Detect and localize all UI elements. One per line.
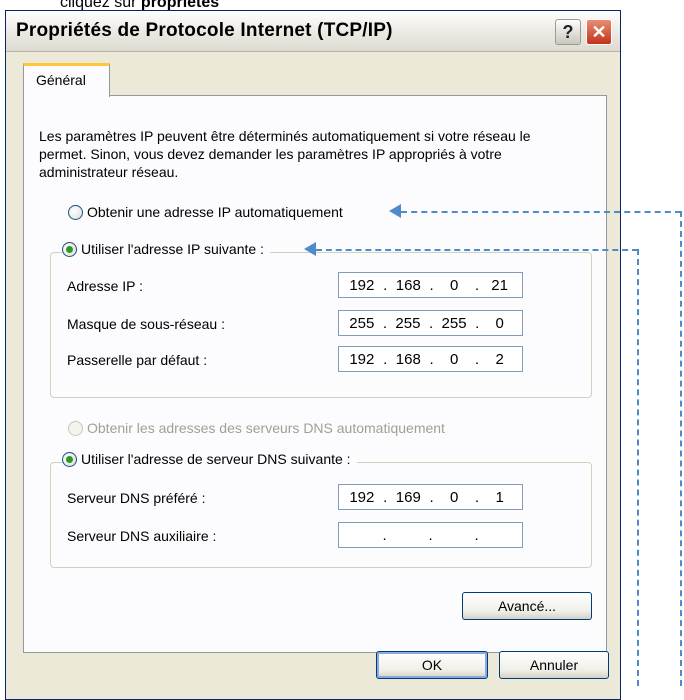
ip-octet: 255 [349, 314, 375, 332]
tab-general[interactable]: Général [23, 63, 110, 97]
advanced-button[interactable]: Avancé... [462, 592, 592, 620]
help-button[interactable]: ? [555, 19, 581, 45]
arrow-vline-ip-auto [680, 211, 682, 686]
ip-octet: 255 [441, 314, 467, 332]
ip-dot: . [475, 314, 480, 332]
ip-octet: 0 [450, 276, 459, 294]
dns-manual-label: Utiliser l'adresse de serveur DNS suivan… [81, 451, 351, 467]
preferred-dns-label: Serveur DNS préféré : [67, 490, 206, 506]
ip-dot: . [474, 350, 480, 368]
arrow-head-ip-auto [389, 204, 401, 218]
gateway-label: Passerelle par défaut : [67, 352, 208, 368]
ip-dot: . [474, 526, 479, 544]
subnet-mask-input[interactable]: 255. 255. 255. 0 [338, 310, 523, 336]
arrow-line-ip-manual [316, 249, 638, 251]
general-panel: Les paramètres IP peuvent être déterminé… [23, 95, 607, 653]
dns-manual-option[interactable]: Utiliser l'adresse de serveur DNS suivan… [62, 451, 357, 467]
ip-auto-label: Obtenir une adresse IP automatiquement [87, 204, 343, 220]
ip-octet: 2 [495, 350, 504, 368]
ip-dot: . [428, 526, 433, 544]
close-button[interactable]: ✕ [586, 19, 612, 45]
alternate-dns-label: Serveur DNS auxiliaire : [67, 528, 217, 544]
ip-auto-option[interactable]: Obtenir une adresse IP automatiquement [68, 204, 349, 220]
ip-octet: 1 [495, 488, 504, 506]
arrow-head-ip-manual [304, 242, 316, 256]
dns-auto-label: Obtenir les adresses des serveurs DNS au… [87, 420, 445, 436]
title-bar[interactable]: Propriétés de Protocole Internet (TCP/IP… [6, 11, 620, 52]
ip-dot: . [474, 488, 480, 506]
ip-octet: 192 [349, 350, 375, 368]
ip-octet: 192 [349, 488, 375, 506]
ip-octet: 0 [450, 488, 459, 506]
dns-auto-radio[interactable] [68, 420, 83, 436]
ip-address-label: Adresse IP : [67, 278, 144, 294]
dns-settings-group [50, 462, 592, 568]
ip-manual-label: Utiliser l'adresse IP suivante : [81, 241, 264, 257]
ip-octet: 192 [349, 276, 375, 294]
ip-octet: 21 [491, 276, 508, 294]
tcpip-properties-dialog: Propriétés de Protocole Internet (TCP/IP… [5, 10, 621, 700]
ip-dot: . [383, 488, 388, 506]
ip-manual-radio[interactable] [62, 241, 77, 257]
ip-dot: . [382, 526, 387, 544]
ok-button[interactable]: OK [376, 651, 488, 679]
arrow-vline-ip-manual [637, 249, 639, 686]
ip-auto-radio[interactable] [68, 204, 83, 220]
ip-octet: 169 [395, 488, 421, 506]
ip-octet: 168 [395, 276, 421, 294]
alternate-dns-input[interactable]: . . . [338, 522, 523, 548]
ip-octet: 255 [395, 314, 421, 332]
dns-auto-option[interactable]: Obtenir les adresses des serveurs DNS au… [68, 420, 451, 436]
ip-octet: 0 [495, 314, 504, 332]
subnet-mask-label: Masque de sous-réseau : [67, 316, 225, 332]
cancel-button[interactable]: Annuler [499, 651, 609, 679]
ip-dot: . [383, 276, 388, 294]
ip-dot: . [429, 350, 434, 368]
ip-octet: 168 [395, 350, 421, 368]
ip-dot: . [474, 276, 480, 294]
description-text: Les paramètres IP peuvent être déterminé… [39, 128, 531, 180]
ip-manual-option[interactable]: Utiliser l'adresse IP suivante : [62, 241, 270, 257]
ip-dot: . [428, 314, 434, 332]
arrow-line-ip-auto [401, 211, 681, 213]
window-title: Propriétés de Protocole Internet (TCP/IP… [16, 20, 393, 41]
ip-dot: . [382, 314, 388, 332]
ip-dot: . [429, 488, 434, 506]
ip-dot: . [383, 350, 388, 368]
ip-address-input[interactable]: 192. 168. 0. 21 [338, 272, 523, 298]
preferred-dns-input[interactable]: 192. 169. 0. 1 [338, 484, 523, 510]
dns-manual-radio[interactable] [62, 451, 77, 467]
ip-dot: . [429, 276, 434, 294]
gateway-input[interactable]: 192. 168. 0. 2 [338, 346, 523, 372]
ip-octet: 0 [450, 350, 459, 368]
